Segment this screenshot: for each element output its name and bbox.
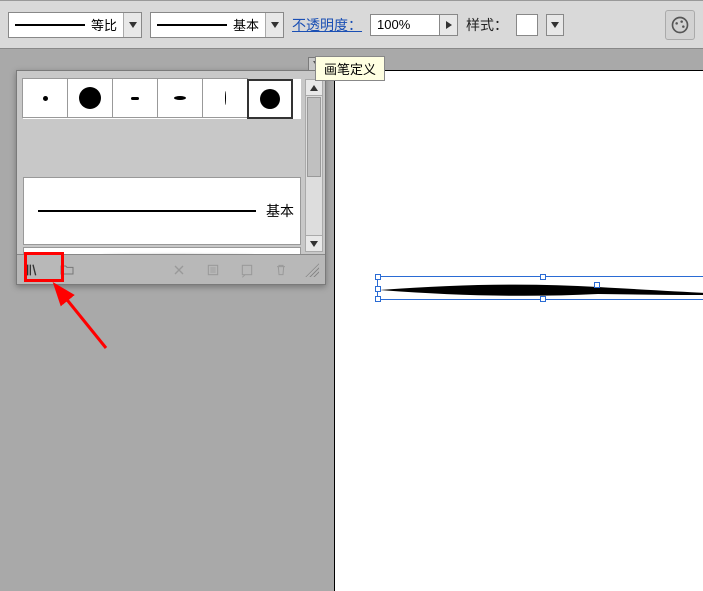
brush-definition-combo[interactable]: 基本	[150, 12, 284, 38]
width-profile-label: 等比	[91, 15, 117, 34]
brush-stroke-preview-basic[interactable]: 基本	[23, 177, 301, 245]
style-swatch[interactable]	[516, 14, 538, 36]
panel-scrollbar[interactable]	[305, 79, 323, 252]
opacity-input[interactable]	[370, 14, 440, 36]
document-canvas[interactable]	[334, 70, 703, 591]
width-profile-dropdown-arrow[interactable]	[123, 13, 141, 37]
width-profile-preview-line	[15, 24, 85, 26]
scroll-down-button[interactable]	[306, 235, 322, 251]
remove-brush-stroke-icon[interactable]	[169, 260, 189, 280]
brush-def-preview-line	[157, 24, 227, 26]
style-dropdown-arrow[interactable]	[546, 14, 564, 36]
tooltip-brush-definition: 画笔定义	[315, 56, 385, 81]
anchor-point[interactable]	[375, 286, 381, 292]
bbox-handle[interactable]	[540, 296, 546, 302]
brush-swatch[interactable]	[22, 78, 68, 118]
opacity-label[interactable]: 不透明度：	[292, 15, 362, 35]
bbox-handle[interactable]	[375, 274, 381, 280]
stroke-preview-label: 基本	[266, 201, 294, 221]
brush-swatch[interactable]	[202, 78, 248, 118]
anchor-point[interactable]	[594, 282, 600, 288]
options-of-selected-icon[interactable]	[203, 260, 223, 280]
delete-brush-icon[interactable]	[271, 260, 291, 280]
libraries-panel-icon[interactable]	[57, 260, 77, 280]
bbox-handle[interactable]	[540, 274, 546, 280]
brush-swatch-grid	[23, 79, 301, 119]
stroke-preview-line	[38, 210, 256, 212]
width-profile-combo[interactable]: 等比	[8, 12, 142, 38]
scroll-thumb[interactable]	[307, 97, 321, 177]
bbox-handle[interactable]	[375, 296, 381, 302]
brush-def-label: 基本	[233, 15, 259, 34]
opacity-field	[370, 14, 458, 36]
new-brush-icon[interactable]	[237, 260, 257, 280]
brushes-panel: 基本 6.00	[16, 70, 326, 285]
selection-bounding-box[interactable]	[377, 276, 703, 300]
brush-libraries-menu-icon[interactable]	[23, 260, 43, 280]
draw-palette-icon[interactable]	[665, 10, 695, 40]
options-bar: 等比 基本 不透明度： 样式：	[0, 0, 703, 49]
opacity-dropdown-arrow[interactable]	[440, 14, 458, 36]
scroll-up-button[interactable]	[306, 80, 322, 96]
brush-swatch[interactable]	[67, 78, 113, 118]
brush-def-dropdown-arrow[interactable]	[265, 13, 283, 37]
brush-swatch[interactable]	[157, 78, 203, 118]
brush-swatch[interactable]	[112, 78, 158, 118]
panel-resize-grip[interactable]	[305, 263, 319, 277]
style-label: 样式：	[466, 15, 508, 35]
brush-swatch-selected[interactable]	[247, 79, 293, 119]
panel-footer	[17, 254, 325, 284]
